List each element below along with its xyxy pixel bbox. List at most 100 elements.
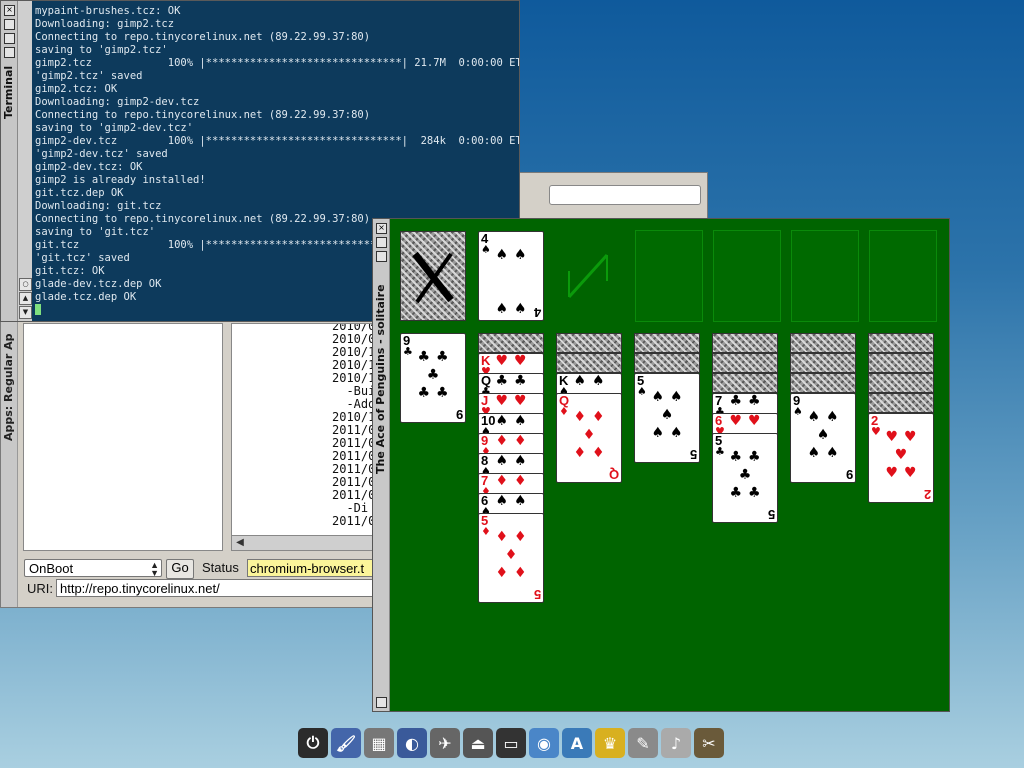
minimize-icon[interactable] bbox=[376, 251, 387, 262]
face-down-card bbox=[712, 373, 778, 393]
playing-card[interactable]: 5 ♣ ♣♣ ♣ ♣♣ 5 bbox=[712, 433, 778, 523]
apps-search-input[interactable] bbox=[549, 185, 701, 205]
penguin-icon[interactable]: ♛ bbox=[595, 728, 625, 758]
face-down-card bbox=[790, 333, 856, 353]
maximize-icon[interactable] bbox=[376, 237, 387, 248]
shade-icon[interactable] bbox=[4, 47, 15, 58]
solitaire-titlebar[interactable]: × The Ace of Penguins - solitaire bbox=[373, 219, 390, 711]
face-down-card bbox=[478, 333, 544, 353]
foundation-3[interactable] bbox=[791, 230, 859, 322]
apps-horizontal-scrollbar[interactable]: ◀ bbox=[231, 535, 375, 551]
terminal-icon[interactable]: ▭ bbox=[496, 728, 526, 758]
face-down-card bbox=[790, 353, 856, 373]
card-suit-icon: ♠ bbox=[793, 405, 803, 418]
mode-select[interactable]: OnBoot ▲ ▼ bbox=[24, 559, 162, 578]
playing-card[interactable]: 5 ♠ ♠♠ ♠ ♠♠ 5 bbox=[634, 373, 700, 463]
dock: ⏻ 🖌 ▦ ◐ ✈ ⏏ ▭ ◉ A ♛ ✎ ♪ ✂ bbox=[296, 724, 730, 764]
face-down-card bbox=[634, 353, 700, 373]
run-icon[interactable]: ✈ bbox=[430, 728, 460, 758]
face-down-card bbox=[634, 333, 700, 353]
uri-label: URI: bbox=[27, 581, 53, 596]
face-down-card bbox=[712, 333, 778, 353]
card-pips: ♦♦ ♦ ♦♦ bbox=[495, 529, 533, 581]
scroll-down-icon[interactable]: ▼ bbox=[19, 306, 32, 319]
card-rank-bottom: 2 bbox=[923, 487, 931, 502]
scroll-circle-icon[interactable]: ○ bbox=[19, 278, 32, 291]
terminal-line: saving to 'gimp2-dev.tcz' bbox=[35, 122, 194, 134]
paintbrush-icon[interactable]: 🖌 bbox=[331, 728, 361, 758]
foundation-1[interactable] bbox=[635, 230, 703, 322]
control-panel-icon[interactable]: ▦ bbox=[364, 728, 394, 758]
card-pips: ♠♠ ♠ ♠♠ bbox=[651, 389, 689, 441]
terminal-line: gimp2-dev.tcz: OK bbox=[35, 161, 143, 173]
spade-icon: ♠ bbox=[481, 243, 491, 256]
playing-card[interactable]: 2 ♥ ♥♥ ♥ ♥♥ 2 bbox=[868, 413, 934, 503]
mount-icon[interactable]: ⏏ bbox=[463, 728, 493, 758]
terminal-line: gimp2.tcz 100% |************************… bbox=[35, 57, 519, 69]
scroll-up-icon[interactable]: ▲ bbox=[19, 292, 32, 305]
maximize-icon[interactable] bbox=[4, 19, 15, 30]
x-mark-icon bbox=[412, 251, 454, 304]
card-pips: ♣♣ ♣ ♣♣ bbox=[729, 449, 767, 501]
apps-info-panel[interactable]: 2010/02010/092010/102010/112010/12 -Bui … bbox=[231, 323, 375, 537]
terminal-line: Downloading: git.tcz bbox=[35, 200, 162, 212]
card-suit-icon: ♣ bbox=[715, 445, 725, 458]
minimize-icon[interactable] bbox=[4, 33, 15, 44]
uri-field[interactable]: http://repo.tinycorelinux.net/ bbox=[56, 579, 373, 597]
recycle-slot[interactable] bbox=[563, 249, 613, 303]
apps-window-title: Apps: Regular Ap bbox=[2, 333, 15, 441]
status-label: Status bbox=[202, 560, 239, 575]
browser-icon[interactable]: ◉ bbox=[529, 728, 559, 758]
foundation-4[interactable] bbox=[869, 230, 937, 322]
foundation-2[interactable] bbox=[713, 230, 781, 322]
card-rank-bottom: 5 bbox=[767, 507, 775, 522]
card-pips: ♦♦ ♦ ♦♦ bbox=[573, 409, 611, 461]
close-icon[interactable]: × bbox=[376, 223, 387, 234]
terminal-title: Terminal bbox=[2, 65, 15, 119]
playing-card[interactable]: Q ♦ ♦♦ ♦ ♦♦ Q bbox=[556, 393, 622, 483]
face-down-card bbox=[556, 333, 622, 353]
status-field: chromium-browser.t bbox=[247, 559, 373, 577]
solitaire-window[interactable]: × The Ace of Penguins - solitaire 4 ♠ ♠♠… bbox=[372, 218, 950, 712]
card-suit-icon: ♥ bbox=[871, 425, 881, 438]
card-pips: ♣♣ ♣ ♣♣ bbox=[417, 349, 455, 401]
power-icon[interactable]: ⏻ bbox=[298, 728, 328, 758]
go-button[interactable]: Go bbox=[166, 559, 194, 579]
notepad-icon[interactable]: ✎ bbox=[628, 728, 658, 758]
terminal-line: Connecting to repo.tinycorelinux.net (89… bbox=[35, 109, 371, 121]
info-line: 2011/06 bbox=[332, 514, 374, 528]
card-suit-icon: ♦ bbox=[481, 525, 491, 538]
playing-card[interactable]: 9 ♣ ♣♣ ♣ ♣♣ 9 bbox=[400, 333, 466, 423]
terminal-titlebar[interactable]: × Terminal bbox=[1, 1, 18, 321]
face-down-card bbox=[868, 333, 934, 353]
card-pips: ♠♠ ♠ ♠♠ bbox=[807, 409, 845, 461]
card-rank-bottom: Q bbox=[608, 467, 619, 482]
terminal-line: 'gimp2.tcz' saved bbox=[35, 70, 143, 82]
terminal-scrollbar[interactable]: ○ ▲ ▼ bbox=[18, 1, 32, 321]
gimp-icon[interactable]: ✂ bbox=[694, 728, 724, 758]
terminal-line: Connecting to repo.tinycorelinux.net (89… bbox=[35, 31, 371, 43]
text-editor-icon[interactable]: A bbox=[562, 728, 592, 758]
card-rank-bottom: 5 bbox=[689, 447, 697, 462]
document-icon[interactable]: ♪ bbox=[661, 728, 691, 758]
terminal-line: git.tcz.dep OK bbox=[35, 187, 124, 199]
waste-card[interactable]: 4 ♠ ♠♠ ♠♠ 4 bbox=[478, 231, 544, 321]
apps-icon[interactable]: ◐ bbox=[397, 728, 427, 758]
card-suit-icon: ♠ bbox=[637, 385, 647, 398]
card-rank-bottom: 5 bbox=[533, 587, 541, 602]
scroll-left-icon[interactable]: ◀ bbox=[234, 536, 246, 550]
card-rank-bottom: 9 bbox=[455, 407, 463, 422]
card-suit-icon: ♣ bbox=[403, 345, 413, 358]
resize-icon[interactable] bbox=[376, 697, 387, 708]
card-rank-bottom: 4 bbox=[533, 305, 541, 320]
playing-card[interactable]: 9 ♠ ♠♠ ♠ ♠♠ 9 bbox=[790, 393, 856, 483]
card-suit-icon: ♦ bbox=[559, 405, 569, 418]
face-down-card bbox=[868, 393, 934, 413]
terminal-line: Downloading: gimp2-dev.tcz bbox=[35, 96, 200, 108]
face-down-card bbox=[790, 373, 856, 393]
playing-card[interactable]: 5 ♦ ♦♦ ♦ ♦♦ 5 bbox=[478, 513, 544, 603]
card-rank-bottom: 9 bbox=[845, 467, 853, 482]
stock-pile[interactable] bbox=[400, 231, 466, 321]
apps-list-panel[interactable] bbox=[23, 323, 223, 551]
close-icon[interactable]: × bbox=[4, 5, 15, 16]
